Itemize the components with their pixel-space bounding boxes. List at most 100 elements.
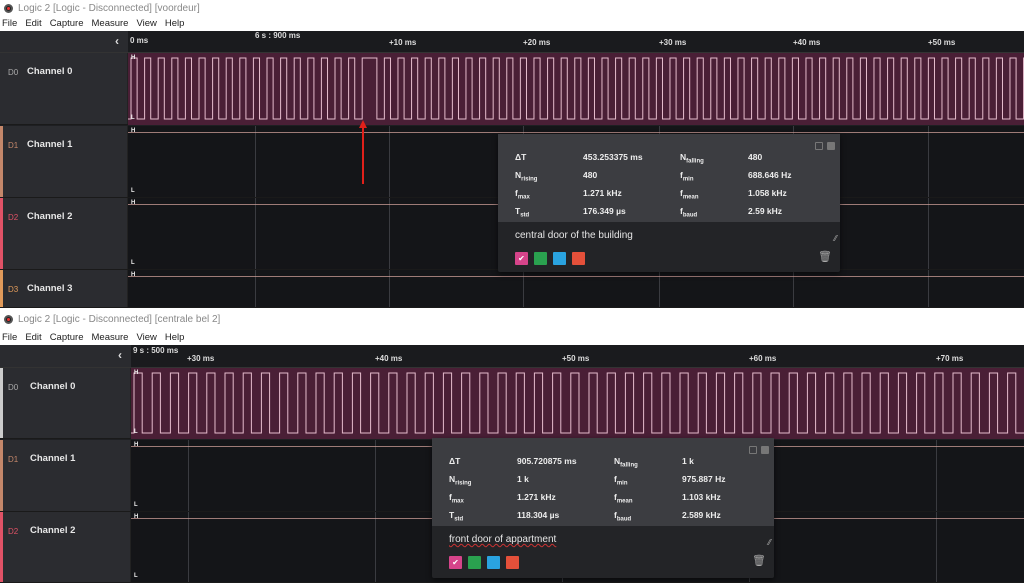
collapse-sidebar-button[interactable]: ‹ (118, 348, 122, 362)
copy-icon[interactable] (749, 446, 757, 454)
delete-trash-icon[interactable]: 🗑 (752, 554, 766, 567)
stat-value: 2.589 kHz (682, 510, 721, 520)
color-swatch-green[interactable] (468, 556, 481, 569)
time-tick-label: +40 ms (793, 38, 821, 47)
level-high-label: H (134, 442, 139, 448)
menu-edit[interactable]: Edit (25, 332, 41, 343)
color-swatch-pink[interactable]: ✔ (449, 556, 462, 569)
measurement-popup[interactable]: ΔT 905.720875 ms Nfalling 1 k Nrising 1 k fmin… (432, 438, 774, 578)
time-tick-label: +70 ms (936, 354, 964, 363)
color-swatch-blue[interactable] (487, 556, 500, 569)
stat-label: Nfalling (614, 456, 638, 469)
stat-value: 480 (583, 170, 598, 180)
time-tick-label: +20 ms (523, 38, 551, 47)
menu-help[interactable]: Help (165, 18, 185, 29)
channel-0-waveform (131, 368, 1024, 439)
stat-label: Nfalling (680, 152, 704, 165)
app-logo-icon (4, 315, 13, 324)
level-low-label: L (134, 429, 138, 435)
time-tick-label: +30 ms (187, 354, 215, 363)
time-tick-label: 0 ms (130, 36, 149, 45)
measurement-note-input[interactable]: central door of the building (515, 230, 633, 241)
channel-name[interactable]: Channel 0 (27, 66, 72, 77)
channel-label-panel[interactable]: D2 Channel 2 (0, 512, 131, 582)
stat-label: fmin (680, 170, 694, 183)
color-swatch-green[interactable] (534, 252, 547, 265)
menu-view[interactable]: View (136, 332, 156, 343)
color-swatch-blue[interactable] (553, 252, 566, 265)
stat-value: 1.103 kHz (682, 492, 721, 502)
stat-label: fbaud (614, 510, 632, 523)
stat-label: Nrising (515, 170, 538, 183)
channel-name[interactable]: Channel 1 (30, 453, 75, 464)
copy-icon[interactable] (815, 142, 823, 150)
logic-window: Logic 2 [Logic - Disconnected] [voordeur… (0, 0, 1024, 308)
time-tick-label: 9 s : 500 ms (133, 346, 179, 355)
channel-label-panel[interactable]: D3 Channel 3 (0, 270, 128, 307)
resize-handle-icon[interactable]: ⁄⁄ (834, 234, 837, 243)
menu-measure[interactable]: Measure (92, 332, 129, 343)
channel-label-panel[interactable]: D1 Channel 1 (0, 440, 131, 511)
channel-name[interactable]: Channel 2 (27, 211, 72, 222)
collapse-sidebar-button[interactable]: ‹ (115, 34, 119, 48)
channel-row[interactable]: D0 Channel 0HL (0, 53, 1024, 125)
level-high-label: H (131, 272, 136, 278)
menu-file[interactable]: File (2, 332, 17, 343)
menu-view[interactable]: View (136, 18, 156, 29)
stat-label: ΔT (449, 456, 461, 466)
measurement-stats: ΔT 453.253375 ms Nfalling 480 Nrising 480 fmin… (498, 134, 840, 222)
stat-value: 1 k (517, 474, 529, 484)
channel-name[interactable]: Channel 0 (30, 381, 75, 392)
level-high-label: H (131, 200, 136, 206)
channel-id: D1 (8, 455, 19, 464)
color-swatch-red[interactable] (506, 556, 519, 569)
channel-name[interactable]: Channel 3 (27, 283, 72, 294)
timeline-header[interactable]: ‹ 0 ms 6 s : 900 ms +10 ms +20 ms +30 ms +40 m… (0, 31, 1024, 53)
waveform-area[interactable]: H (128, 270, 1024, 307)
channel-label-panel[interactable]: D2 Channel 2 (0, 198, 128, 269)
channel-row[interactable]: D0 Channel 0HL (0, 368, 1024, 439)
channel-row[interactable]: D3 Channel 3 H (0, 270, 1024, 308)
title-bar: Logic 2 [Logic - Disconnected] [voordeur… (0, 0, 1024, 16)
resize-handle-icon[interactable]: ⁄⁄ (768, 538, 771, 547)
menu-edit[interactable]: Edit (25, 18, 41, 29)
measurement-note-input[interactable]: front door of appartment (449, 534, 556, 545)
channel-id: D3 (8, 285, 19, 294)
stat-value: 1.271 kHz (583, 188, 622, 198)
menu-help[interactable]: Help (165, 332, 185, 343)
measurement-popup[interactable]: ΔT 453.253375 ms Nfalling 480 Nrising 480 fmin… (498, 134, 840, 272)
stat-value: 453.253375 ms (583, 152, 643, 162)
delete-trash-icon[interactable]: 🗑 (818, 250, 832, 263)
level-low-label: L (134, 502, 138, 508)
menu-capture[interactable]: Capture (50, 18, 84, 29)
waveform-area[interactable]: HL (128, 53, 1024, 125)
time-tick-label: +50 ms (928, 38, 956, 47)
stat-label: fmean (614, 492, 633, 505)
menu-bar: File Edit Capture Measure View Help (0, 16, 1024, 31)
channel-label-panel[interactable]: D0 Channel 0 (0, 368, 131, 438)
menu-capture[interactable]: Capture (50, 332, 84, 343)
level-high-label: H (134, 514, 139, 520)
channel-high-line (128, 132, 1024, 133)
logic-window: Logic 2 [Logic - Disconnected] [centrale… (0, 309, 1024, 583)
color-swatch-pink[interactable]: ✔ (515, 252, 528, 265)
duplicate-icon[interactable] (761, 446, 769, 454)
time-tick-label: +30 ms (659, 38, 687, 47)
duplicate-icon[interactable] (827, 142, 835, 150)
menu-measure[interactable]: Measure (92, 18, 129, 29)
channel-label-panel[interactable]: D0 Channel 0 (0, 53, 128, 124)
channel-label-panel[interactable]: D1 Channel 1 (0, 126, 128, 197)
waveform-area[interactable]: HL (131, 368, 1024, 439)
stat-value: 118.304 µs (517, 510, 560, 520)
channel-id: D2 (8, 213, 19, 222)
channel-id: D0 (8, 383, 19, 392)
channel-name[interactable]: Channel 2 (30, 525, 75, 536)
level-high-label: H (134, 370, 139, 376)
stat-label: fmax (515, 188, 530, 201)
channel-name[interactable]: Channel 1 (27, 139, 72, 150)
menu-file[interactable]: File (2, 18, 17, 29)
color-swatch-red[interactable] (572, 252, 585, 265)
stat-value: 1 k (682, 456, 694, 466)
window-title: Logic 2 [Logic - Disconnected] [voordeur… (18, 2, 200, 14)
timeline-header[interactable]: ‹ 9 s : 500 ms +30 ms +40 ms +50 ms +60 ms +70… (0, 345, 1024, 368)
